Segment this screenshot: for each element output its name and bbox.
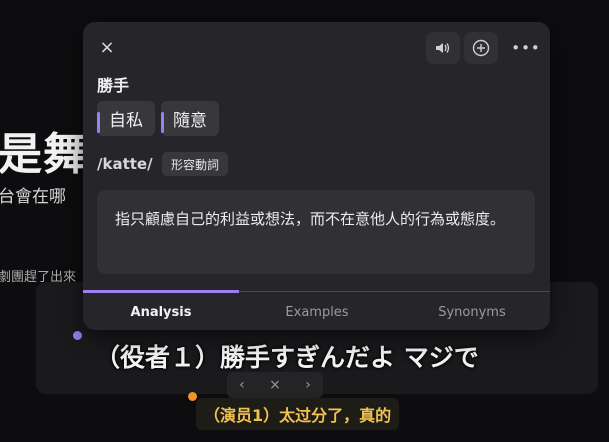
more-icon[interactable]: ••• bbox=[511, 36, 541, 60]
sense-chip-2[interactable]: 隨意 bbox=[161, 101, 219, 136]
sense-chip-1[interactable]: 自私 bbox=[97, 101, 155, 136]
definition: 指只顧慮自己的利益或想法，而不在意他人的行為或態度。 bbox=[97, 190, 535, 274]
japanese-subtitle[interactable]: （役者１）勝手すぎんだよ マジで bbox=[95, 338, 479, 374]
next-button[interactable]: › bbox=[305, 377, 311, 393]
close-subtitle-button[interactable]: × bbox=[269, 377, 281, 393]
tab-analysis[interactable]: Analysis bbox=[83, 305, 239, 320]
close-icon[interactable]: × bbox=[97, 38, 117, 58]
speaker-icon[interactable] bbox=[426, 32, 460, 64]
subtitle-nav: ‹ × › bbox=[227, 372, 323, 398]
sense-label: 自私 bbox=[109, 111, 143, 131]
background-subtitle: 台會在哪 bbox=[0, 187, 66, 207]
speaker-dot bbox=[73, 331, 82, 340]
plus-circle-icon[interactable] bbox=[464, 32, 498, 64]
sense-label: 隨意 bbox=[173, 111, 207, 131]
translation-dot bbox=[188, 392, 197, 401]
part-of-speech-badge: 形容動詞 bbox=[162, 152, 229, 176]
pronunciation: /katte/ bbox=[97, 155, 153, 173]
active-tab-indicator bbox=[83, 290, 239, 293]
background-title: 是舞 bbox=[0, 129, 88, 180]
prev-button[interactable]: ‹ bbox=[239, 377, 245, 393]
sense-accent-bar bbox=[97, 112, 100, 133]
tab-examples[interactable]: Examples bbox=[239, 305, 395, 320]
headword: 勝手 bbox=[97, 76, 130, 95]
sense-accent-bar bbox=[161, 112, 164, 133]
tab-synonyms[interactable]: Synonyms bbox=[394, 305, 550, 320]
word-popup: × ••• 勝手 自私 隨意 /katte/ 形容動詞 指只顧慮自己的利益或想法… bbox=[83, 22, 550, 330]
chinese-subtitle[interactable]: （演员1）太过分了，真的 bbox=[196, 398, 400, 430]
